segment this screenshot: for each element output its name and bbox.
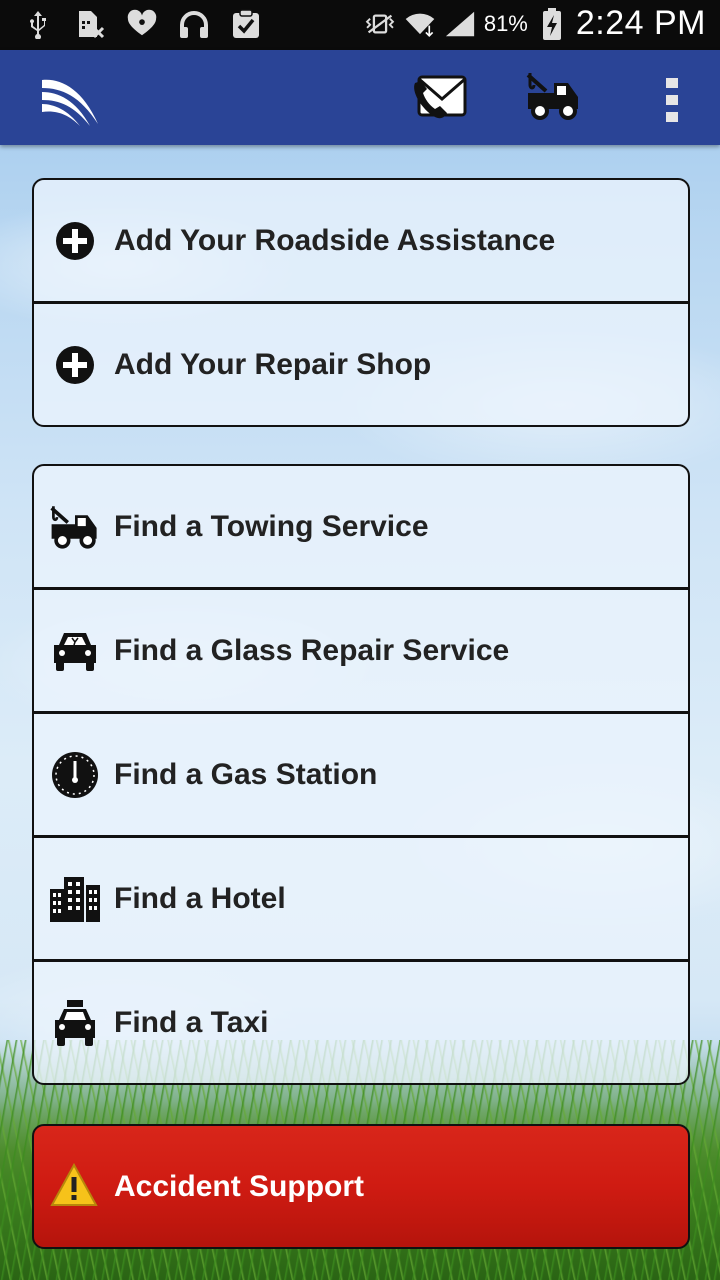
find-services-panel: Find a Towing Service Find a Glass Repai… [32,464,690,1085]
buildings-icon [48,872,102,926]
fuel-gauge-icon [48,748,102,802]
app-bar [0,50,720,145]
wifi-icon [404,8,436,40]
vibrate-mute-icon [364,8,396,40]
signal-icon [444,8,476,40]
broken-windshield-car-icon [48,624,102,678]
add-repair-shop-row[interactable]: Add Your Repair Shop [34,301,688,425]
tow-truck-icon [524,69,584,128]
find-towing-row[interactable]: Find a Towing Service [34,466,688,587]
status-bar: 81% 2:24 PM [0,0,720,50]
call-button[interactable] [410,68,470,128]
accident-support-button[interactable]: Accident Support [32,1124,690,1249]
find-gas-station-row[interactable]: Find a Gas Station [34,711,688,835]
roadside-logo-icon[interactable] [40,70,102,128]
add-roadside-assistance-row[interactable]: Add Your Roadside Assistance [34,180,688,301]
plus-circle-icon [48,338,102,392]
towing-button[interactable] [524,68,584,128]
add-services-panel: Add Your Roadside Assistance Add Your Re… [32,178,690,427]
find-glass-repair-row[interactable]: Find a Glass Repair Service [34,587,688,711]
usb-icon [22,8,54,40]
find-taxi-row[interactable]: Find a Taxi [34,959,688,1083]
row-label: Add Your Repair Shop [114,347,432,381]
sim-off-icon [74,8,106,40]
row-label: Find a Towing Service [114,509,429,543]
more-options-icon[interactable] [664,78,680,122]
row-label: Find a Glass Repair Service [114,633,510,667]
clock: 2:24 PM [575,4,706,42]
row-label: Find a Hotel [114,881,286,915]
row-label: Find a Taxi [114,1005,269,1039]
battery-percentage: 81% [483,10,528,36]
row-label: Add Your Roadside Assistance [114,223,556,257]
headphones-icon [178,8,210,40]
clipboard-check-icon [230,8,262,40]
call-icon [411,69,469,128]
plus-circle-icon [48,214,102,268]
warning-icon [50,1162,98,1211]
find-hotel-row[interactable]: Find a Hotel [34,835,688,959]
taxi-icon [48,996,102,1050]
battery-charging-icon [536,7,568,40]
accident-support-label: Accident Support [114,1169,365,1203]
row-label: Find a Gas Station [114,757,378,791]
tow-truck-icon [48,500,102,554]
iheart-icon [126,8,158,40]
